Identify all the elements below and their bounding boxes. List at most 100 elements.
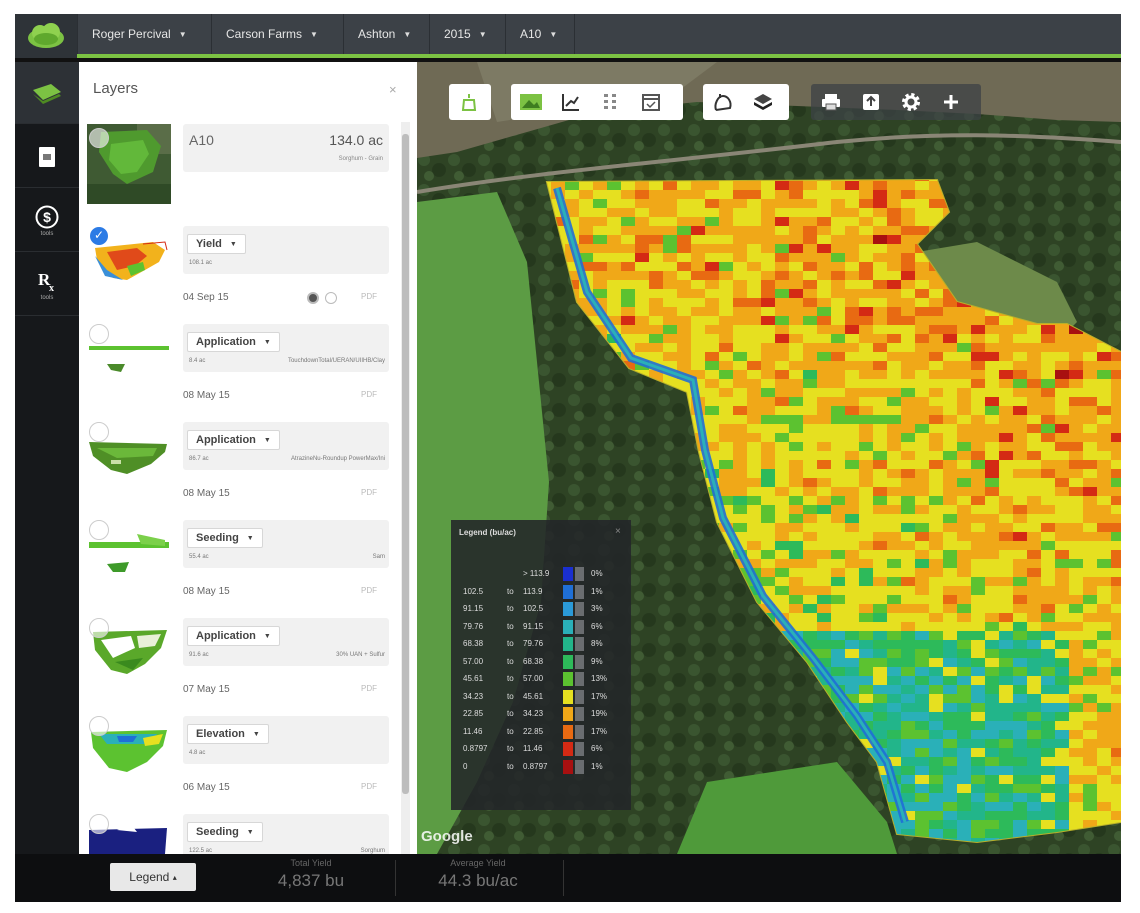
calendar-button[interactable]: [631, 84, 671, 120]
legend-row: 57.00 to 68.38 9%: [451, 654, 631, 671]
layer-item-elevation[interactable]: Elevation ▼ 4.8 ac 06 May 15 PDF: [79, 710, 399, 808]
layer-acres: 8.4 ac: [189, 358, 206, 364]
rail-layers-button[interactable]: [15, 62, 79, 124]
layer-info: Yield ▼ 108.1 ac: [183, 226, 389, 274]
layer-type-dropdown[interactable]: Application ▼: [187, 332, 280, 352]
layer-type-dropdown[interactable]: Yield ▼: [187, 234, 246, 254]
pdf-link[interactable]: PDF: [361, 684, 377, 693]
legend-percent-bar: [575, 689, 584, 704]
layer-type-dropdown[interactable]: Application ▼: [187, 430, 280, 450]
legend-range-lo: 0: [463, 761, 468, 771]
breadcrumb-farm[interactable]: Carson Farms ▼: [211, 14, 343, 54]
layer-date: 06 May 15: [183, 782, 230, 793]
layer-checkbox[interactable]: [89, 422, 109, 442]
image-icon: [520, 94, 542, 110]
layer-date: 08 May 15: [183, 586, 230, 597]
layer-acres: 86.7 ac: [189, 456, 209, 462]
layer-item-application[interactable]: Application ▼ 86.7 ac AtrazineNu-Roundup …: [79, 416, 399, 514]
pdf-link[interactable]: PDF: [361, 488, 377, 497]
layer-info: Application ▼ 8.4 ac TouchdownTotal/UERAN…: [183, 324, 389, 372]
lasso-button[interactable]: [703, 84, 743, 120]
legend-row: 34.23 to 45.61 17%: [451, 689, 631, 706]
print-button[interactable]: [811, 84, 851, 120]
chevron-down-icon: ▼: [246, 534, 254, 542]
layer-checkbox[interactable]: [89, 716, 109, 736]
layer-type-dropdown[interactable]: Elevation ▼: [187, 724, 269, 744]
layer-type-dropdown[interactable]: Seeding ▼: [187, 528, 263, 548]
layer-checkbox[interactable]: [89, 520, 109, 540]
legend-swatch: [563, 742, 573, 756]
toolbar-layer-group: [511, 84, 683, 120]
layer-item-yield[interactable]: ✓ Yield ▼ 108.1 ac 04 Sep 15 PDF: [79, 220, 399, 318]
legend-swatch: [563, 637, 573, 651]
breadcrumb-label: Carson Farms: [226, 27, 303, 41]
rail-prescription-button[interactable]: R x tools: [15, 254, 79, 316]
layer-acres: 108.1 ac: [189, 260, 213, 266]
layer-type-dropdown[interactable]: Seeding ▼: [187, 822, 263, 842]
app-logo[interactable]: [15, 14, 77, 58]
legend-swatch: [563, 654, 573, 669]
add-button[interactable]: [931, 84, 971, 120]
breadcrumb-grower[interactable]: Roger Percival ▼: [77, 14, 211, 54]
legend-range-to: to: [507, 744, 514, 753]
layer-checkbox[interactable]: [89, 814, 109, 834]
layer-item-application[interactable]: Application ▼ 91.6 ac 30% UAN + Sulfur 07…: [79, 612, 399, 710]
close-icon[interactable]: ×: [389, 82, 397, 97]
legend-percent-bar: [575, 759, 584, 774]
map-view[interactable]: Legend (bu/ac) × > 113.9 0% 102.5 to 113.9 1%…: [417, 62, 1121, 854]
breadcrumb-location[interactable]: Ashton ▼: [343, 14, 429, 54]
list-button[interactable]: [591, 84, 631, 120]
panel-title: Layers: [93, 80, 139, 97]
breadcrumb-field[interactable]: A10 ▼: [505, 14, 575, 54]
layer-checkbox[interactable]: [89, 618, 109, 638]
legend-swatch: [563, 759, 573, 774]
export-button[interactable]: [851, 84, 891, 120]
layer-type-dropdown[interactable]: Application ▼: [187, 626, 280, 646]
layers-stack-button[interactable]: [743, 84, 783, 120]
close-icon[interactable]: ×: [615, 526, 621, 537]
layer-checkbox-checked[interactable]: ✓: [89, 226, 109, 246]
toggle-visibility-icon[interactable]: [307, 292, 319, 304]
legend-percent: 13%: [591, 674, 608, 683]
settings-button[interactable]: [891, 84, 931, 120]
legend-range-to: to: [507, 726, 514, 736]
layer-item-seeding[interactable]: Seeding ▼ 55.4 ac Sam 08 May 15 PDF: [79, 514, 399, 612]
layer-checkbox[interactable]: [89, 324, 109, 344]
bottom-bar: Legend ▴ Total Yield 4,837 bu Average Yi…: [15, 854, 1121, 902]
layer-item-application[interactable]: Application ▼ 8.4 ac TouchdownTotal/UERAN…: [79, 318, 399, 416]
chevron-down-icon: ▼: [263, 632, 271, 640]
gear-icon: [902, 93, 920, 111]
legend-percent: 17%: [591, 691, 608, 701]
legend-range-hi: 57.00: [523, 674, 544, 683]
legend-toggle-button[interactable]: Legend ▴: [110, 863, 196, 891]
chart-button[interactable]: [551, 84, 591, 120]
field-header[interactable]: A10 134.0 ac Sorghum - Grain: [79, 122, 399, 208]
legend-range-lo: 45.61: [463, 674, 484, 683]
legend-range-to: to: [507, 761, 514, 771]
layer-checkbox[interactable]: [89, 128, 109, 148]
legend-swatch: [563, 724, 573, 739]
legend-row: 68.38 to 79.76 8%: [451, 636, 631, 653]
breadcrumb-year[interactable]: 2015 ▼: [429, 14, 505, 54]
imagery-button[interactable]: [511, 84, 551, 120]
pdf-link[interactable]: PDF: [361, 782, 377, 791]
select-field-button[interactable]: [449, 84, 489, 120]
chevron-down-icon: ▼: [229, 240, 237, 248]
rail-finance-button[interactable]: $ tools: [15, 190, 79, 252]
legend-range-hi: 113.9: [523, 586, 543, 596]
legend-row: 0.8797 to 11.46 6%: [451, 741, 631, 758]
legend-percent: 6%: [591, 744, 603, 753]
toolbar-actions-group: [811, 84, 981, 120]
pdf-link[interactable]: PDF: [361, 390, 377, 399]
document-icon: [39, 146, 55, 167]
layer-item-seeding[interactable]: Seeding ▼ 122.5 ac Sorghum: [79, 808, 399, 854]
scrollbar-thumb[interactable]: [402, 134, 409, 794]
pdf-link[interactable]: PDF: [361, 586, 377, 595]
rail-documents-button[interactable]: [15, 126, 79, 188]
legend-percent: 0%: [591, 569, 603, 578]
info-icon[interactable]: [325, 292, 337, 304]
legend-row: 0 to 0.8797 1%: [451, 759, 631, 776]
chevron-down-icon: ▼: [178, 29, 187, 39]
legend-swatch: [563, 567, 573, 581]
pdf-link[interactable]: PDF: [361, 292, 377, 301]
